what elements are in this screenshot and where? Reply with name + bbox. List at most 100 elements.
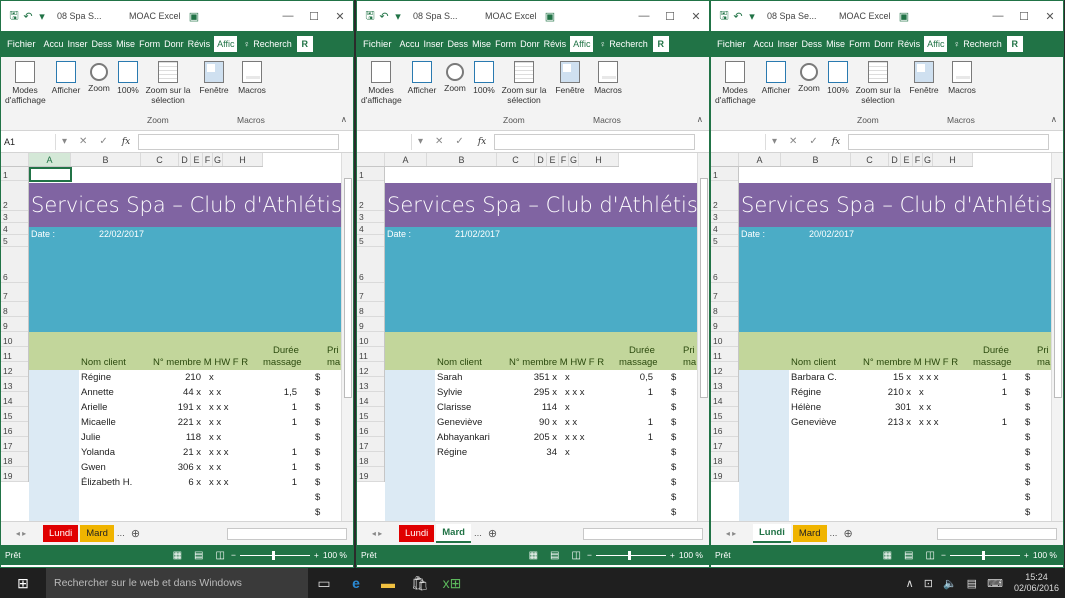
column-header[interactable]: B [781,153,851,166]
minimize-icon[interactable]: — [631,10,657,22]
scrollbar-thumb[interactable] [700,178,708,398]
member-number-cell[interactable]: 6 x [151,477,201,488]
taskbar-clock[interactable]: 15:24 02/06/2016 [1014,572,1059,594]
namebox-dropdown-icon[interactable]: ▾ [418,136,423,147]
row-header[interactable]: 19 [1,467,28,482]
column-header[interactable]: H [223,153,263,166]
column-header[interactable]: B [427,153,497,166]
ribbon-tab[interactable]: Form [137,39,162,49]
save-icon[interactable]: 🖫 [7,7,21,26]
service-marks-cell[interactable]: x x [209,387,221,398]
notification-icon[interactable]: ▤ [967,577,977,590]
price-cell[interactable]: $ [315,507,320,518]
client-name-cell[interactable]: Barbara C. [791,372,837,383]
ribbon-tab[interactable]: Révis [896,39,923,49]
row-header[interactable]: 5 [711,235,738,247]
member-number-cell[interactable]: 34 [507,447,557,458]
file-explorer-icon[interactable]: ▬ [372,575,404,591]
sheet-tab-mardi[interactable]: Mard [792,525,827,542]
row-header[interactable]: 19 [357,467,384,482]
price-cell[interactable]: $ [671,372,676,383]
row-header[interactable]: 17 [357,437,384,452]
page-layout-icon[interactable]: ▤ [550,550,559,561]
show-button[interactable]: Afficher [51,61,81,95]
service-marks-cell[interactable]: x x x [565,432,585,443]
row-header[interactable]: 3 [1,211,28,223]
price-cell[interactable]: $ [1025,402,1030,413]
service-marks-cell[interactable]: x x [565,417,577,428]
row-header[interactable]: 1 [711,167,738,181]
ribbon-tab[interactable]: Inser [776,39,800,49]
page-layout-icon[interactable]: ▤ [194,550,203,561]
client-name-cell[interactable]: Abhayankari [437,432,490,443]
zoom-100-button[interactable]: 100% [115,61,141,95]
row-header[interactable]: 7 [711,283,738,302]
row-header[interactable]: 9 [711,317,738,332]
column-header[interactable]: E [191,153,203,166]
row-header[interactable]: 18 [711,452,738,467]
zoom-slider[interactable] [595,550,666,560]
cancel-icon[interactable]: ✕ [79,136,87,147]
taskbar-search-input[interactable]: Rechercher sur le web et dans Windows [46,568,308,598]
zoom-in-icon[interactable]: + [1024,550,1029,560]
select-all-corner[interactable] [711,153,739,166]
window-button[interactable]: Fenêtre [553,61,587,95]
ribbon-tab[interactable]: Fichier [711,39,752,50]
row-header[interactable]: 8 [711,302,738,317]
zoom-selection-button[interactable]: Zoom sur la sélection [141,61,195,105]
service-marks-cell[interactable]: x [919,387,924,398]
row-header[interactable]: 12 [1,362,28,377]
close-icon[interactable]: ✕ [1037,10,1063,23]
undo-icon[interactable]: ↶ [21,10,35,23]
member-number-cell[interactable]: 213 x [861,417,911,428]
cancel-icon[interactable]: ✕ [435,136,443,147]
row-header[interactable]: 3 [711,211,738,223]
macros-button[interactable]: Macros [591,61,625,95]
maximize-icon[interactable]: ☐ [301,10,327,23]
zoom-slider-thumb[interactable] [627,550,631,560]
zoom-100-button[interactable]: 100% [471,61,497,95]
macros-button[interactable]: Macros [235,61,269,95]
price-cell[interactable]: $ [671,432,676,443]
row-header[interactable]: 9 [357,317,384,332]
ribbon-tab[interactable]: Form [493,39,518,49]
collapse-ribbon-icon[interactable]: ∧ [341,114,347,125]
enter-icon[interactable]: ✓ [455,136,463,147]
active-cell[interactable] [29,167,72,182]
price-cell[interactable]: $ [315,402,320,413]
vertical-scrollbar[interactable] [1051,153,1063,521]
worksheet-grid[interactable]: A B C D E F G H 1 2 3 4 5 6 7 8 9 10 11 12 13 14 15 16 17 18 19 Ser… [357,153,709,521]
collapse-ribbon-icon[interactable]: ∧ [697,114,703,125]
row-header[interactable]: 11 [357,347,384,362]
page-break-icon[interactable]: ◫ [926,550,935,561]
ribbon-tab[interactable]: Dess [800,39,825,49]
price-cell[interactable]: $ [315,417,320,428]
client-name-cell[interactable]: Régine [791,387,821,398]
service-marks-cell[interactable]: x x x [919,417,939,428]
column-header[interactable]: G [569,153,579,166]
worksheet-grid[interactable]: A B C D E F G H 1 2 3 4 5 6 7 8 9 10 11 12 13 14 15 16 17 18 19 Ser… [1,153,353,521]
ribbon-tab[interactable]: Accu [42,39,66,49]
ribbon-tab[interactable]: Mise [114,39,137,49]
price-cell[interactable]: $ [671,402,676,413]
scrollbar-thumb[interactable] [344,178,352,398]
maximize-icon[interactable]: ☐ [657,10,683,23]
show-button[interactable]: Afficher [407,61,437,95]
column-header[interactable]: C [497,153,535,166]
member-number-cell[interactable]: 44 x [151,387,201,398]
service-marks-cell[interactable]: x x [209,432,221,443]
row-header[interactable]: 18 [357,452,384,467]
name-box[interactable] [711,133,766,150]
price-cell[interactable]: $ [315,387,320,398]
price-cell[interactable]: $ [671,417,676,428]
client-name-cell[interactable]: Micaelle [81,417,116,428]
service-marks-cell[interactable]: x x x [209,477,229,488]
row-header[interactable]: 15 [711,407,738,422]
column-header[interactable]: G [923,153,933,166]
price-cell[interactable]: $ [1025,387,1030,398]
service-marks-cell[interactable]: x x x [565,387,585,398]
row-header[interactable]: 2 [711,181,738,211]
network-icon[interactable]: ⊡ [924,577,933,590]
sheet-tab-more[interactable]: ... [830,528,838,539]
member-number-cell[interactable]: 205 x [507,432,557,443]
